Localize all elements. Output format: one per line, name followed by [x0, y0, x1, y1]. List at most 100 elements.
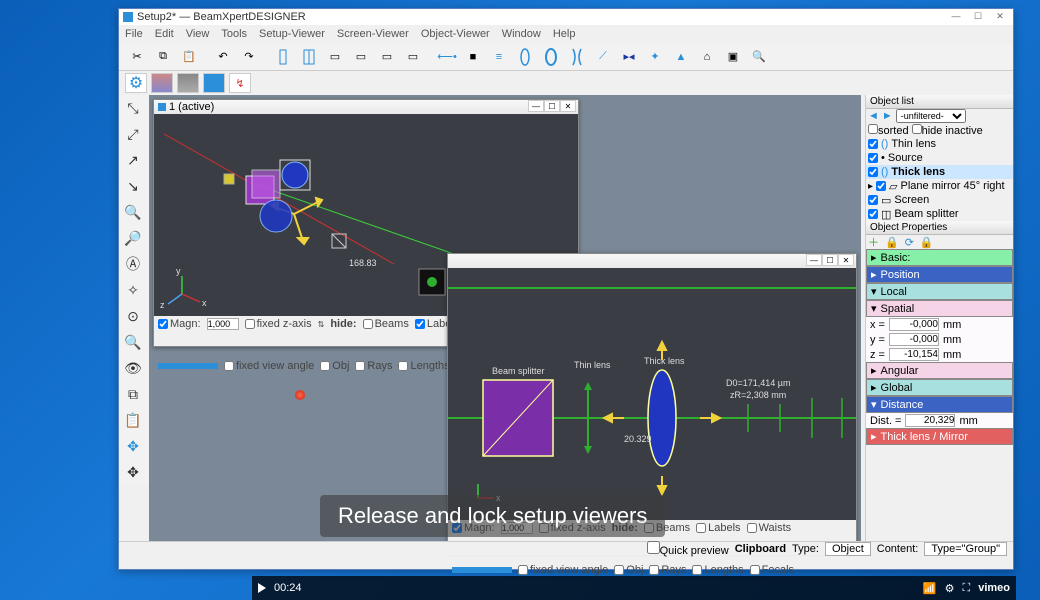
zoom-in-icon[interactable]: 🔍: [119, 199, 147, 225]
v2-slider[interactable]: [452, 567, 512, 573]
add-prop-icon[interactable]: ＋: [868, 234, 879, 250]
close-button[interactable]: ✕: [989, 9, 1011, 23]
volume-icon[interactable]: 📶: [923, 582, 937, 595]
lock2-icon[interactable]: 🔒: [920, 236, 934, 249]
prism-tool[interactable]: ▲: [669, 45, 693, 69]
menu-tools[interactable]: Tools: [221, 28, 247, 40]
undo-button[interactable]: ↶: [211, 45, 235, 69]
optics-tool-2[interactable]: [297, 45, 321, 69]
v2-focals-check[interactable]: [750, 565, 760, 575]
viewer-2-titlebar[interactable]: — ☐ ✕: [448, 254, 856, 268]
viewer-1-close[interactable]: ✕: [560, 100, 576, 112]
focus-icon[interactable]: ✧: [119, 277, 147, 303]
lock-icon[interactable]: 🔒: [885, 236, 899, 249]
prop-dist-input[interactable]: [905, 414, 955, 427]
lens-concave-icon[interactable]: [565, 45, 589, 69]
eye-icon[interactable]: 👁: [119, 355, 147, 381]
axis-xy-icon[interactable]: ↗: [119, 147, 147, 173]
v2-lengths-check[interactable]: [692, 565, 702, 575]
nav-prev-icon[interactable]: ◄: [868, 110, 879, 122]
viewer-1-titlebar[interactable]: 1 (active) — ☐ ✕: [154, 100, 578, 114]
v1-obj-check[interactable]: [320, 361, 330, 371]
source-tool[interactable]: ⟵•: [435, 45, 459, 69]
settings-icon[interactable]: ⚙: [945, 582, 955, 595]
axis-xyz-icon[interactable]: ⤡: [119, 95, 147, 121]
play-button[interactable]: [258, 583, 266, 593]
menu-window[interactable]: Window: [502, 28, 541, 40]
viewer-1-min[interactable]: —: [528, 100, 544, 112]
maximize-button[interactable]: ☐: [967, 9, 989, 23]
lens-thick-icon[interactable]: [539, 45, 563, 69]
v1-rays-check[interactable]: [355, 361, 365, 371]
menu-object-viewer[interactable]: Object-Viewer: [421, 28, 490, 40]
fullscreen-icon[interactable]: ⛶: [963, 582, 971, 595]
optics-tool-1[interactable]: [271, 45, 295, 69]
view-mode-3[interactable]: [203, 73, 225, 93]
viewer-2-close[interactable]: ✕: [838, 254, 854, 266]
optics-tool-4[interactable]: ▭: [349, 45, 373, 69]
filter-select[interactable]: -unfiltered-: [896, 109, 966, 123]
v1-fixedz-check[interactable]: [245, 319, 255, 329]
search-icon[interactable]: 🔍: [119, 329, 147, 355]
v1-labels-check[interactable]: [415, 319, 425, 329]
v2-waists-check[interactable]: [747, 523, 757, 533]
paste-icon[interactable]: 📋: [119, 407, 147, 433]
v2-labels-check[interactable]: [696, 523, 706, 533]
menu-view[interactable]: View: [186, 28, 210, 40]
v1-beams-check[interactable]: [363, 319, 373, 329]
v1-lengths-check[interactable]: [398, 361, 408, 371]
optics-tool-3[interactable]: ▭: [323, 45, 347, 69]
viewer-2-min[interactable]: —: [806, 254, 822, 266]
zoom-fit-icon[interactable]: Ⓐ: [119, 251, 147, 277]
menu-help[interactable]: Help: [553, 28, 576, 40]
viewer-1-max[interactable]: ☐: [544, 100, 560, 112]
zoom-out-icon[interactable]: 🔎: [119, 225, 147, 251]
menu-setup-viewer[interactable]: Setup-Viewer: [259, 28, 325, 40]
nav-next-icon[interactable]: ►: [882, 110, 893, 122]
sorted-check[interactable]: [868, 124, 878, 134]
screen-tool[interactable]: ⌂: [695, 45, 719, 69]
pan-icon[interactable]: ✥: [119, 459, 147, 485]
view-mode-2[interactable]: [177, 73, 199, 93]
axis-yz-icon[interactable]: ↘: [119, 173, 147, 199]
axis-xz-icon[interactable]: ⤢: [119, 121, 147, 147]
menu-file[interactable]: File: [125, 28, 143, 40]
v2-fixedview-check[interactable]: [518, 565, 528, 575]
lens-biconvex-icon[interactable]: [513, 45, 537, 69]
move-icon[interactable]: ✥: [119, 433, 147, 459]
copy-button[interactable]: ⧉: [151, 45, 175, 69]
cut-button[interactable]: ✂: [125, 45, 149, 69]
settings-button[interactable]: ⚙: [125, 73, 147, 93]
minimize-button[interactable]: —: [945, 9, 967, 23]
menu-screen-viewer[interactable]: Screen-Viewer: [337, 28, 409, 40]
refresh-icon[interactable]: ⟳: [905, 236, 914, 249]
viewer-2-max[interactable]: ☐: [822, 254, 838, 266]
prop-z-input[interactable]: [889, 348, 939, 361]
quick-preview-check[interactable]: [647, 541, 660, 554]
prop-y-input[interactable]: [889, 333, 939, 346]
aperture-tool[interactable]: ✦: [643, 45, 667, 69]
viewer-2-canvas[interactable]: Beam splitter Thin lens Thick lens: [448, 268, 856, 520]
measure-tool[interactable]: 🔍: [747, 45, 771, 69]
copy-icon[interactable]: ⧉: [119, 381, 147, 407]
block-tool[interactable]: ■: [461, 45, 485, 69]
redo-button[interactable]: ↷: [237, 45, 261, 69]
v1-slider[interactable]: [158, 363, 218, 369]
prop-x-input[interactable]: [889, 318, 939, 331]
hide-inactive-check[interactable]: [912, 124, 922, 134]
view-mode-4[interactable]: ↯: [229, 73, 251, 93]
v1-magn-input[interactable]: [207, 318, 239, 330]
paste-button[interactable]: 📋: [177, 45, 201, 69]
optics-tool-6[interactable]: ▭: [401, 45, 425, 69]
splitter-tool[interactable]: ▸◂: [617, 45, 641, 69]
v1-magn-check[interactable]: [158, 319, 168, 329]
mirror-tool[interactable]: ⟋: [591, 45, 615, 69]
optics-tool-5[interactable]: ▭: [375, 45, 399, 69]
v1-fixedview-check[interactable]: [224, 361, 234, 371]
menu-edit[interactable]: Edit: [155, 28, 174, 40]
reset-view-icon[interactable]: ⊙: [119, 303, 147, 329]
grating-tool[interactable]: ≡: [487, 45, 511, 69]
v2-obj-check[interactable]: [614, 565, 624, 575]
view-mode-1[interactable]: [151, 73, 173, 93]
v2-rays-check[interactable]: [649, 565, 659, 575]
